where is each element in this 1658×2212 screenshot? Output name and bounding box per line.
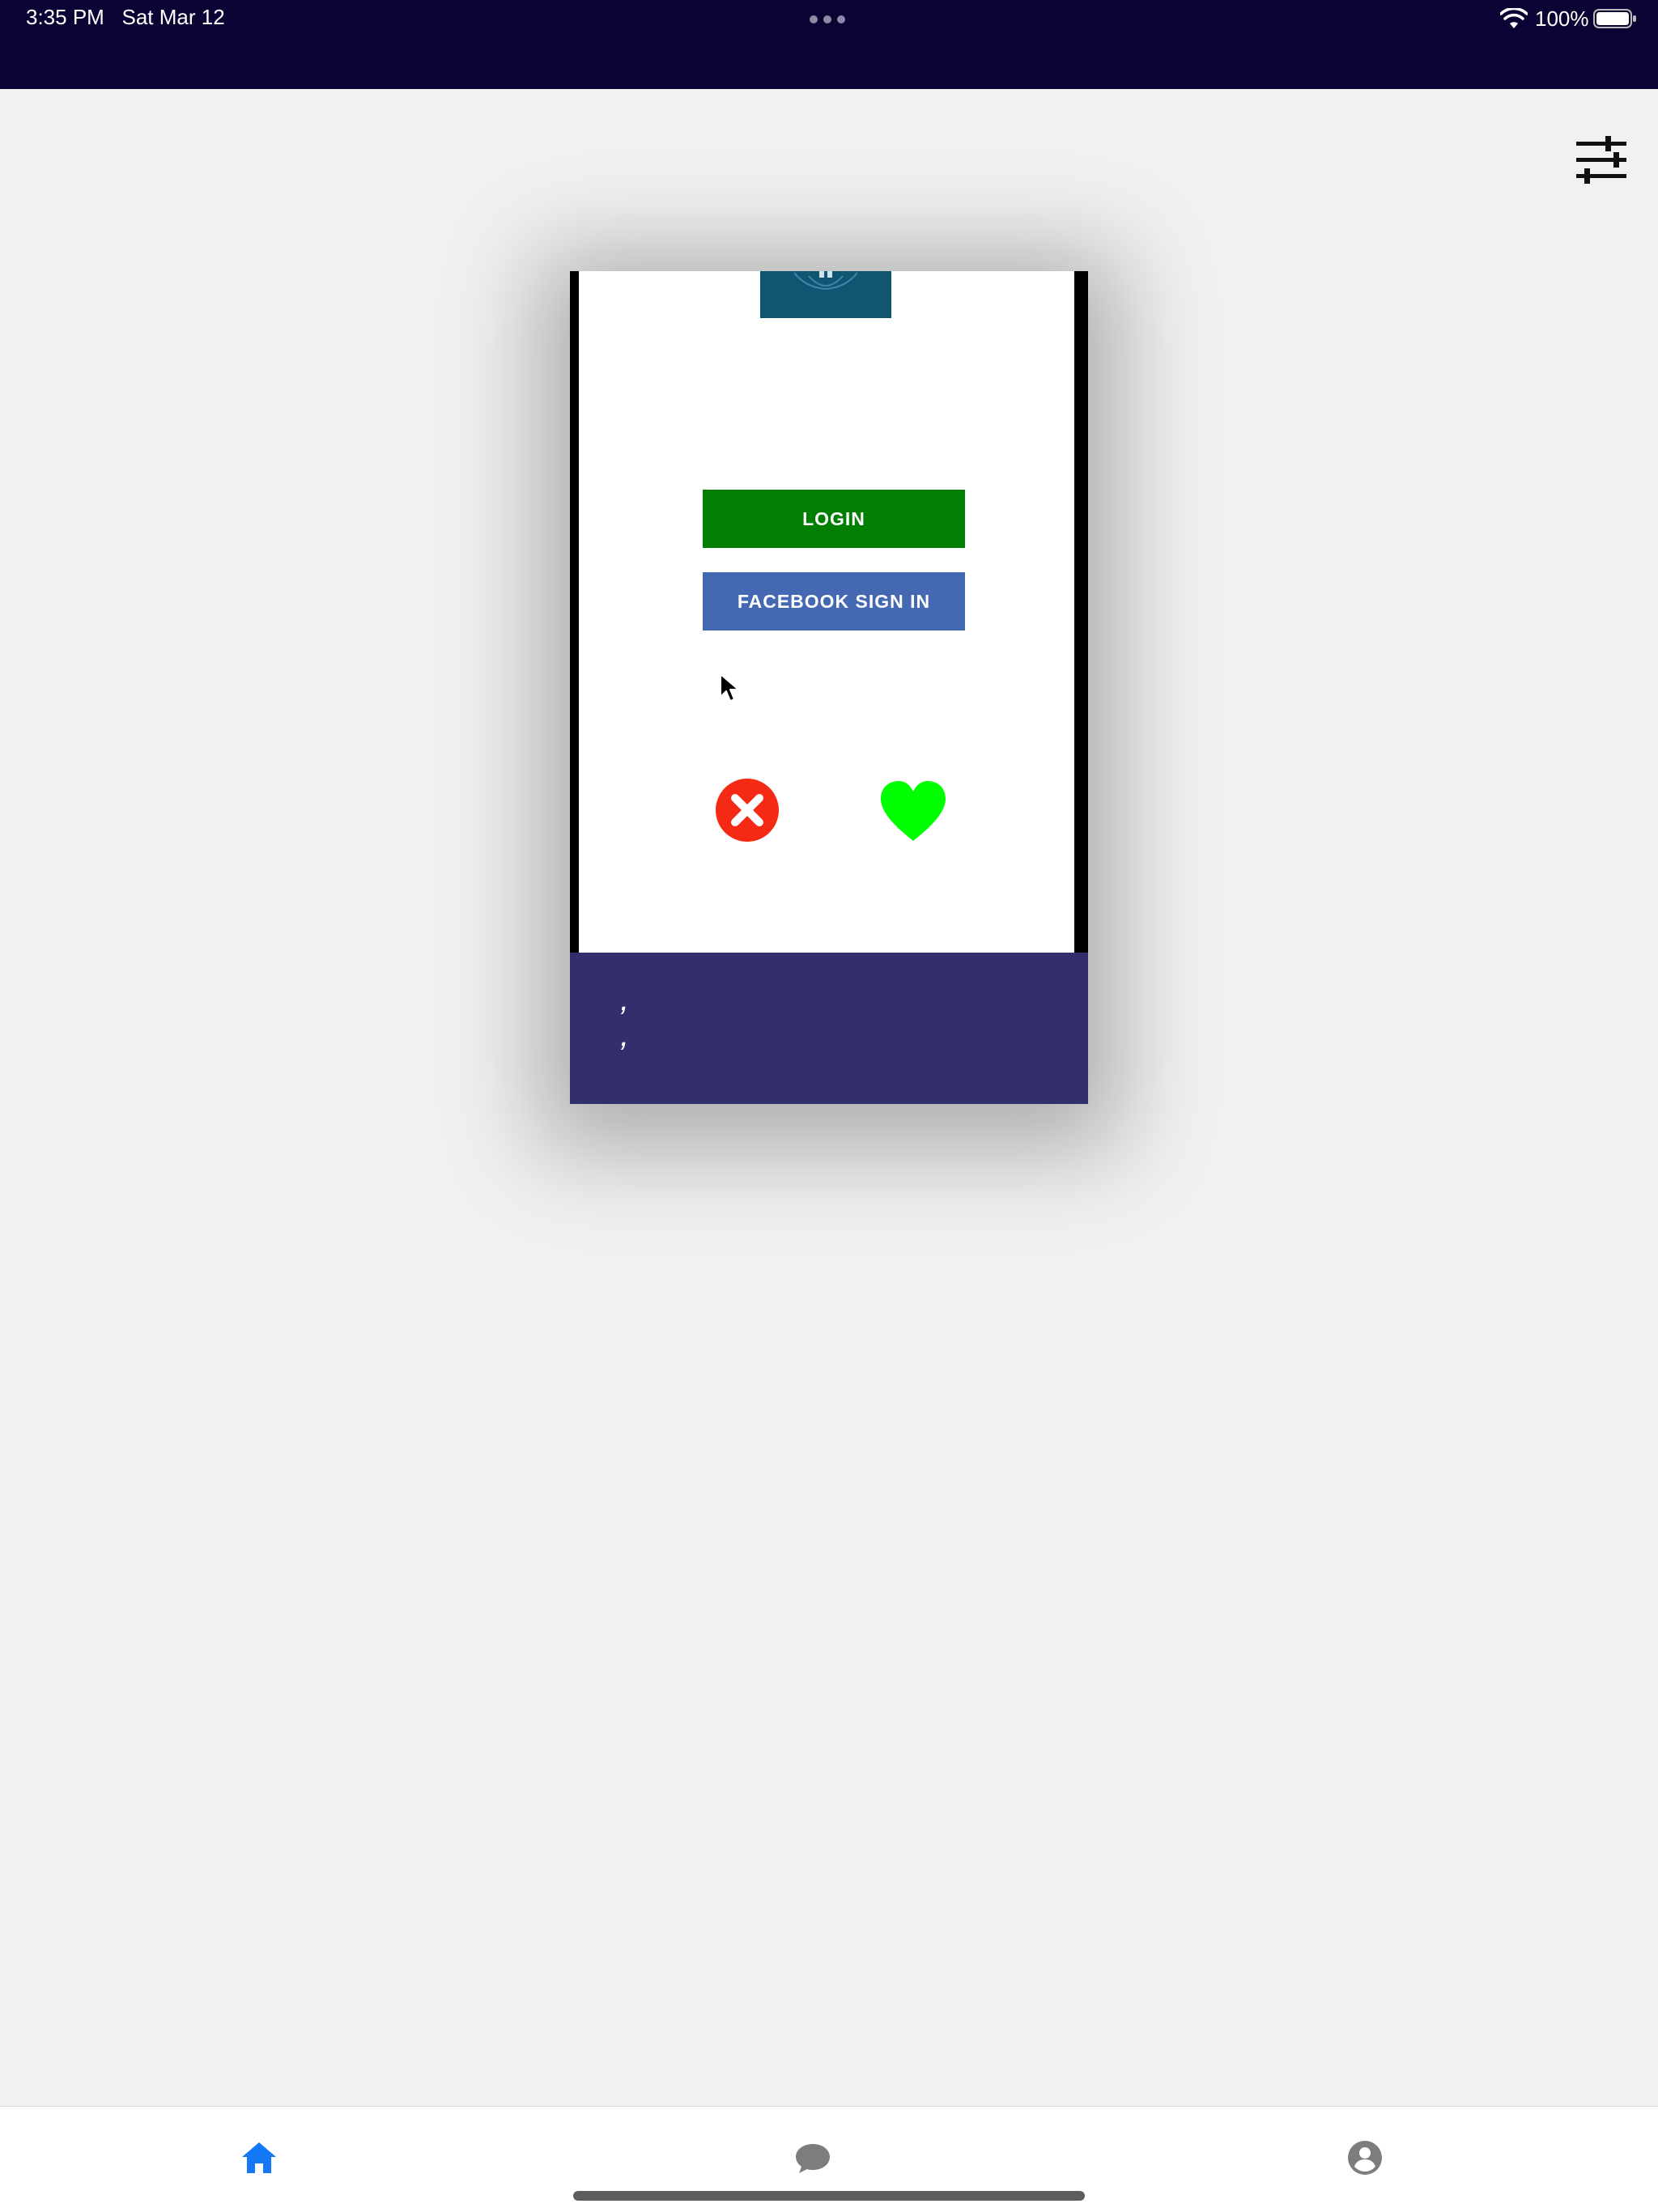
home-icon[interactable] bbox=[240, 2139, 278, 2176]
login-button[interactable]: LOGIN bbox=[703, 490, 965, 548]
status-bar: 3:35 PM Sat Mar 12 100% bbox=[0, 0, 1658, 89]
profile-icon[interactable] bbox=[1346, 2139, 1384, 2176]
card-photo: LOGIN FACEBOOK SIGN IN bbox=[579, 271, 1074, 953]
like-heart-icon[interactable] bbox=[878, 779, 948, 844]
more-dots-icon[interactable] bbox=[810, 10, 847, 29]
battery-icon bbox=[1593, 9, 1636, 28]
battery-percentage: 100% bbox=[1535, 6, 1589, 31]
chat-bubble-icon[interactable] bbox=[793, 2139, 832, 2176]
filter-sliders-icon[interactable] bbox=[1573, 134, 1630, 186]
reject-x-icon[interactable] bbox=[715, 778, 780, 843]
wifi-icon bbox=[1500, 8, 1528, 28]
card-info-panel: , , bbox=[570, 953, 1088, 1104]
home-indicator bbox=[573, 2191, 1085, 2201]
info-line-location: , bbox=[620, 1017, 630, 1053]
profile-card[interactable]: LOGIN FACEBOOK SIGN IN , , bbox=[570, 271, 1088, 1104]
info-line-name: , bbox=[620, 982, 630, 1017]
status-time: 3:35 PM Sat Mar 12 bbox=[26, 5, 225, 29]
app-logo-icon bbox=[760, 271, 891, 318]
facebook-sign-in-button[interactable]: FACEBOOK SIGN IN bbox=[703, 572, 965, 630]
mouse-pointer-icon bbox=[720, 673, 739, 702]
bottom-tab-bar bbox=[0, 2106, 1658, 2212]
